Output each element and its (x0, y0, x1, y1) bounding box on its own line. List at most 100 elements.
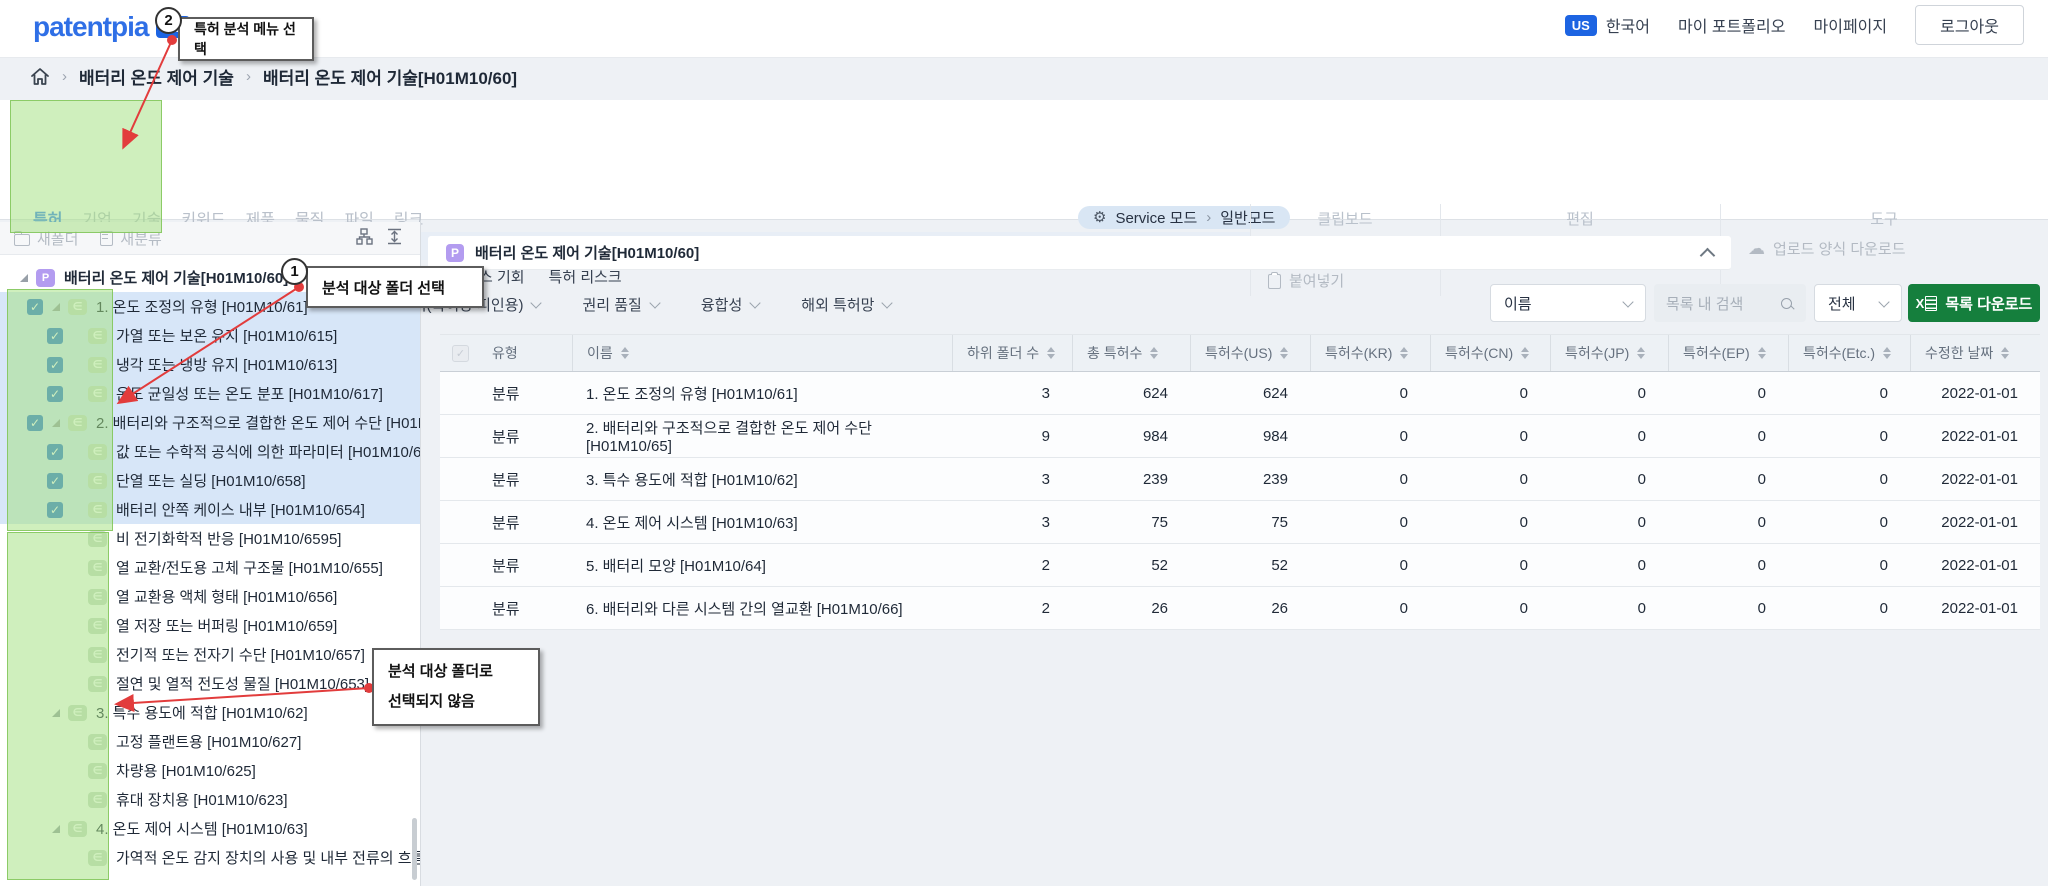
collapse-chevron-icon[interactable] (1699, 247, 1716, 263)
upload-template-download-button[interactable]: ☁ 업로드 양식 다운로드 (1748, 238, 1906, 259)
column-header[interactable]: 특허수(Etc.) (1788, 335, 1910, 371)
table-cell: 0 (1519, 556, 1528, 574)
table-cell: 2022-01-01 (1941, 470, 2018, 488)
table-cell: 0 (1399, 384, 1408, 402)
table-cell: 0 (1757, 384, 1766, 402)
tree-item-label: 가역적 온도 감지 장치의 사용 및 내부 전류의 흐름 제어 (116, 850, 420, 867)
app-canvas: patentpia US US 한국어 마이 포트폴리오 마이페이지 로그아웃 … (0, 0, 2048, 886)
table-cell: 2022-01-01 (1941, 556, 2018, 574)
column-header[interactable]: 특허수(US) (1190, 335, 1310, 371)
table-cell: 0 (1519, 599, 1528, 617)
menu-dropdown-item[interactable]: 해외 특허망 (801, 294, 894, 315)
table-row[interactable]: 분류 5. 배터리 모양 [H01M10/64] 2 52 52 0 0 0 0 0 2022-01… (440, 544, 2040, 587)
logout-button[interactable]: 로그아웃 (1915, 5, 2024, 45)
column-header[interactable]: 수정한 날짜 (1910, 335, 2040, 371)
sort-arrows-icon[interactable] (1757, 347, 1766, 359)
sort-arrows-icon[interactable] (1047, 347, 1056, 359)
breadcrumb-separator: › (245, 68, 251, 85)
filter-select[interactable]: 전체 (1814, 284, 1902, 322)
callout-number-1: 1 (281, 258, 308, 285)
menu-dropdown-item[interactable]: 권리 품질 (582, 294, 661, 315)
paste-button[interactable]: 붙여넣기 (1268, 270, 1344, 291)
table-cell: 9 (1041, 427, 1050, 445)
menu-dropdown-label: 해외 특허망 (801, 297, 875, 314)
sort-arrows-icon[interactable] (1400, 347, 1409, 359)
chevron-down-icon (749, 297, 761, 309)
table-row[interactable]: 분류 4. 온도 제어 시스템 [H01M10/63] 3 75 75 0 0 0 0 0 2022… (440, 501, 2040, 544)
tree-item-label: 절연 및 열적 전도성 물질 [H01M10/653] (116, 676, 370, 693)
list-download-button[interactable]: X 목록 다운로드 (1908, 284, 2040, 322)
search-input[interactable]: 목록 내 검색 (1654, 284, 1806, 322)
table-cell: 0 (1519, 470, 1528, 488)
breadcrumb-item[interactable]: 배터리 온도 제어 기술 (79, 64, 234, 89)
highlight-overlay-menu (10, 100, 162, 233)
table-row[interactable]: 분류 1. 온도 조정의 유형 [H01M10/61] 3 624 624 0 0 0 0 0 20… (440, 372, 2040, 415)
table-cell: 분류 (492, 600, 520, 618)
table-body: 분류 1. 온도 조정의 유형 [H01M10/61] 3 624 624 0 0 0 0 0 20… (440, 372, 2040, 630)
language-us-badge[interactable]: US (1564, 14, 1597, 36)
table-cell: 0 (1879, 513, 1888, 531)
table-cell: 0 (1879, 427, 1888, 445)
column-header-label: 총 특허수 (1087, 345, 1143, 361)
logo-text: patentpia (33, 11, 149, 42)
menu-dropdown-item[interactable]: 융합성 (701, 294, 761, 315)
table-row[interactable]: 분류 2. 배터리와 구조적으로 결합한 온도 제어 수단 [H01M10/65]… (440, 415, 2040, 458)
table-cell: 52 (1271, 556, 1288, 574)
tree-item-label: 냉각 또는 냉방 유지 [H01M10/613] (116, 357, 338, 374)
column-header[interactable]: 특허수(EP) (1668, 335, 1788, 371)
expand-all-icon[interactable] (387, 228, 402, 245)
sort-arrows-icon[interactable] (1521, 347, 1530, 359)
tree-item-label: 열 저장 또는 버퍼링 [H01M10/659] (116, 618, 338, 635)
column-header-label: 특허수(US) (1205, 345, 1273, 361)
column-header-label: 특허수(CN) (1445, 345, 1514, 361)
sidebar-scrollbar[interactable] (412, 818, 417, 880)
table-row[interactable]: 분류 3. 특수 용도에 적합 [H01M10/62] 3 239 239 0 0 0 0 0 20… (440, 458, 2040, 501)
tree-item-label: 배터리 온도 제어 기술[H01M10/60] (64, 270, 289, 287)
table-cell: 3 (1041, 384, 1050, 402)
expander-triangle-icon[interactable] (20, 273, 28, 282)
cloud-upload-icon: ☁ (1748, 240, 1765, 257)
table-cell: 75 (1271, 513, 1288, 531)
table-cell: 2 (1041, 599, 1050, 617)
table-cell: 0 (1637, 556, 1646, 574)
column-header-label: 이름 (587, 345, 613, 361)
table-cell: 분류 (492, 514, 520, 532)
sort-arrows-icon[interactable] (1883, 347, 1892, 359)
table-cell: 2022-01-01 (1941, 513, 2018, 531)
column-header[interactable]: 특허수(KR) (1310, 335, 1430, 371)
column-header[interactable]: 특허수(JP) (1550, 335, 1668, 371)
table-cell: 26 (1151, 599, 1168, 617)
table-cell: 3 (1041, 513, 1050, 531)
table-cell: 0 (1637, 384, 1646, 402)
table-cell: 624 (1262, 384, 1288, 402)
column-header[interactable]: 특허수(CN) (1430, 335, 1550, 371)
column-header-label: 특허수(KR) (1325, 345, 1393, 361)
column-header[interactable]: 총 특허수 (1072, 335, 1190, 371)
my-page-link[interactable]: 마이페이지 (1814, 13, 1888, 37)
table-cell: 0 (1757, 599, 1766, 617)
excel-icon: X (1916, 295, 1938, 311)
column-header[interactable]: 하위 폴더 수 (952, 335, 1072, 371)
tree-item-label: 4. 온도 제어 시스템 [H01M10/63] (96, 821, 308, 838)
sort-arrows-icon[interactable] (1150, 347, 1159, 359)
hierarchy-icon[interactable] (356, 228, 373, 245)
column-header-label: 특허수(EP) (1683, 345, 1750, 361)
language-label[interactable]: 한국어 (1606, 13, 1650, 37)
table-cell: 0 (1637, 470, 1646, 488)
column-header[interactable]: 이름 (572, 335, 952, 371)
select-all-checkbox[interactable]: ✓ (452, 344, 469, 362)
table-cell: 0 (1757, 470, 1766, 488)
my-portfolio-link[interactable]: 마이 포트폴리오 (1678, 13, 1786, 37)
gear-icon: ⚙ (1093, 209, 1107, 226)
sort-arrows-icon[interactable] (1280, 347, 1289, 359)
field-select[interactable]: 이름 (1490, 284, 1646, 322)
table-cell: 26 (1271, 599, 1288, 617)
table-cell: 0 (1879, 470, 1888, 488)
table-cell: 0 (1637, 427, 1646, 445)
table-cell: 52 (1151, 556, 1168, 574)
sort-arrows-icon[interactable] (1637, 347, 1646, 359)
home-icon[interactable] (30, 67, 50, 86)
table-row[interactable]: 분류 6. 배터리와 다른 시스템 간의 열교환 [H01M10/66] 2 26 26… (440, 587, 2040, 630)
sort-arrows-icon[interactable] (2001, 347, 2010, 359)
sort-arrows-icon[interactable] (620, 347, 629, 359)
